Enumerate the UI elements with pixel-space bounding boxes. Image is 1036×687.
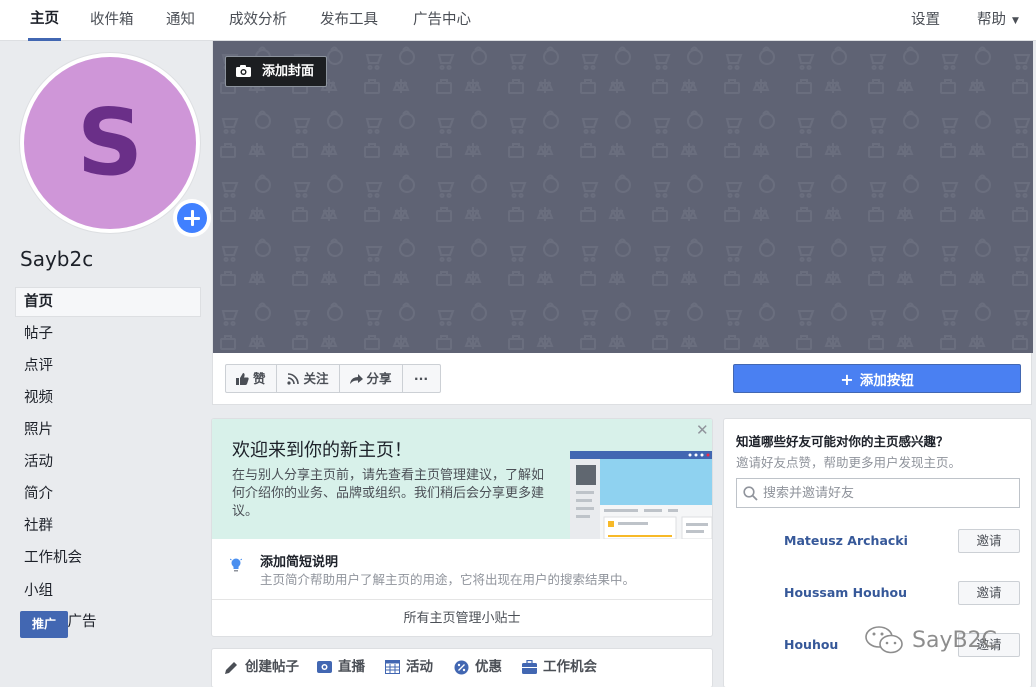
tip-row[interactable]: 添加简短说明 主页简介帮助用户了解主页的用途，它将出现在用户的搜索结果中。 xyxy=(212,539,712,600)
welcome-title: 欢迎来到你的新主页！ xyxy=(232,440,412,461)
sidebar-item-home[interactable]: 首页 xyxy=(15,287,201,317)
welcome-text: 在与别人分享主页前，请先查看主页管理建议，了解如何介绍你的业务、品牌或组织。我们… xyxy=(232,468,545,519)
plus-icon xyxy=(177,203,207,233)
pencil-icon xyxy=(225,661,237,674)
create-offer-label: 优惠 xyxy=(475,659,502,675)
create-post-bar: 创建帖子 直播 活动 优惠 工作机会 xyxy=(211,648,713,687)
friend-name[interactable]: Houhou xyxy=(784,637,838,652)
tip-title: 添加简短说明 xyxy=(260,555,339,570)
follow-label: 关注 xyxy=(303,371,329,386)
camera-icon xyxy=(236,65,251,77)
share-label: 分享 xyxy=(366,371,392,386)
watermark-text: SayB2C xyxy=(912,627,997,653)
welcome-banner: 欢迎来到你的新主页！ 在与别人分享主页前，请先查看主页管理建议，了解如何介绍你的… xyxy=(212,419,712,539)
go-live-label: 直播 xyxy=(338,659,365,675)
avatar-letter: S xyxy=(76,89,144,196)
calendar-icon xyxy=(385,660,400,674)
cover-pattern xyxy=(213,41,1033,353)
create-job-label: 工作机会 xyxy=(543,659,597,675)
offer-percent-icon xyxy=(454,660,469,674)
more-options-button[interactable]: ··· xyxy=(403,365,440,392)
left-sidebar: S Sayb2c 首页 帖子 点评 视频 照片 活动 简介 社群 工作机会 小组… xyxy=(0,41,211,687)
tab-settings[interactable]: 设置 xyxy=(909,0,942,41)
close-icon[interactable]: ✕ xyxy=(696,421,709,439)
create-post-label: 创建帖子 xyxy=(245,659,299,675)
invite-button[interactable]: 邀请 xyxy=(958,581,1020,605)
cover-card: 添加封面 赞 关注 分享 ··· + 添加按钮 xyxy=(212,41,1033,405)
tab-inbox[interactable]: 收件箱 xyxy=(88,0,136,41)
help-label: 帮助 xyxy=(977,12,1006,28)
tab-publishing-tools[interactable]: 发布工具 xyxy=(318,0,380,41)
wechat-watermark: SayB2C xyxy=(864,620,997,660)
rss-icon xyxy=(286,372,299,385)
lightbulb-icon xyxy=(230,557,242,572)
cover-area: 添加封面 xyxy=(213,41,1033,353)
friend-search-box[interactable] xyxy=(736,478,1020,508)
create-job-button[interactable]: 工作机会 xyxy=(522,657,597,677)
all-tips-link[interactable]: 所有主页管理小贴士 xyxy=(212,600,712,636)
sidebar-item-videos[interactable]: 视频 xyxy=(15,383,201,413)
add-button[interactable]: + 添加按钮 xyxy=(733,364,1021,393)
share-arrow-icon xyxy=(349,373,363,384)
follow-button[interactable]: 关注 xyxy=(277,365,340,392)
top-nav: 主页 收件箱 通知 成效分析 发布工具 广告中心 设置 帮助 ▼ xyxy=(0,0,1036,41)
briefcase-icon xyxy=(522,660,537,674)
more-icon: ··· xyxy=(413,371,429,386)
friend-name[interactable]: Houssam Houhou xyxy=(784,585,907,600)
profile-picture-frame[interactable]: S xyxy=(20,53,211,237)
create-offer-button[interactable]: 优惠 xyxy=(454,657,502,677)
caret-down-icon: ▼ xyxy=(1012,16,1019,26)
invite-button[interactable]: 邀请 xyxy=(958,529,1020,553)
like-label: 赞 xyxy=(253,371,266,386)
like-button[interactable]: 赞 xyxy=(226,365,277,392)
sidebar-item-jobs[interactable]: 工作机会 xyxy=(15,543,201,573)
add-photo-button[interactable] xyxy=(173,199,211,237)
tab-help[interactable]: 帮助 ▼ xyxy=(975,0,1021,41)
add-button-label: 添加按钮 xyxy=(859,373,914,389)
go-live-button[interactable]: 直播 xyxy=(317,657,365,677)
tab-home[interactable]: 主页 xyxy=(28,0,61,41)
page-preview-illustration xyxy=(570,451,712,539)
friend-name[interactable]: Mateusz Archacki xyxy=(784,533,908,548)
page-action-group: 赞 关注 分享 ··· xyxy=(225,364,441,393)
page-name: Sayb2c xyxy=(20,247,94,271)
invite-title: 知道哪些好友可能对你的主页感兴趣？ xyxy=(736,434,949,449)
promote-button[interactable]: 推广 xyxy=(20,611,68,638)
live-video-icon xyxy=(317,661,332,673)
wechat-logo-icon xyxy=(865,626,903,654)
sidebar-item-groups[interactable]: 小组 xyxy=(15,576,201,606)
sidebar-item-posts[interactable]: 帖子 xyxy=(15,319,201,349)
share-button[interactable]: 分享 xyxy=(340,365,403,392)
thumbs-up-icon xyxy=(236,372,249,385)
avatar[interactable]: S xyxy=(24,57,196,229)
create-post-button[interactable]: 创建帖子 xyxy=(224,657,299,677)
tab-ad-center[interactable]: 广告中心 xyxy=(411,0,473,41)
tab-notifications[interactable]: 通知 xyxy=(164,0,197,41)
welcome-card: 欢迎来到你的新主页！ 在与别人分享主页前，请先查看主页管理建议，了解如何介绍你的… xyxy=(211,418,713,637)
search-icon xyxy=(743,486,758,501)
sidebar-item-community[interactable]: 社群 xyxy=(15,511,201,541)
create-event-label: 活动 xyxy=(406,659,433,675)
friend-search-input[interactable] xyxy=(763,479,1017,507)
sidebar-item-about[interactable]: 简介 xyxy=(15,479,201,509)
sidebar-item-photos[interactable]: 照片 xyxy=(15,415,201,445)
plus-icon: + xyxy=(840,370,854,389)
create-event-button[interactable]: 活动 xyxy=(385,657,433,677)
add-cover-label: 添加封面 xyxy=(262,64,315,79)
tip-description: 主页简介帮助用户了解主页的用途，它将出现在用户的搜索结果中。 xyxy=(260,572,636,587)
sidebar-item-events[interactable]: 活动 xyxy=(15,447,201,477)
sidebar-item-reviews[interactable]: 点评 xyxy=(15,351,201,381)
invite-subtitle: 邀请好友点赞，帮助更多用户发现主页。 xyxy=(736,455,962,470)
add-cover-button[interactable]: 添加封面 xyxy=(225,56,328,87)
tab-insights[interactable]: 成效分析 xyxy=(227,0,289,41)
